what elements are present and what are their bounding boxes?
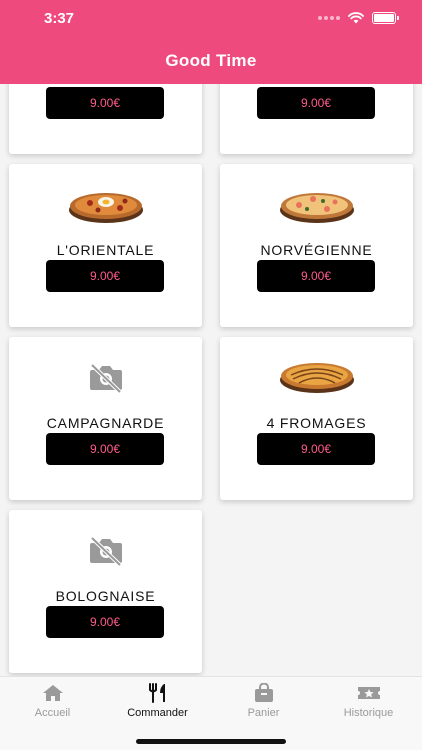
price-button[interactable]: 9.00€ bbox=[46, 87, 164, 119]
tab-historique[interactable]: Historique bbox=[316, 683, 421, 719]
product-card[interactable]: CAMPAGNARDE 9.00€ bbox=[9, 337, 202, 500]
product-card[interactable]: NORVÉGIENNE 9.00€ bbox=[220, 164, 413, 327]
product-name: BOLOGNAISE bbox=[55, 588, 156, 604]
product-name: NORVÉGIENNE bbox=[260, 242, 373, 258]
product-name: CAMPAGNARDE bbox=[46, 415, 165, 431]
no-photo-icon bbox=[9, 536, 202, 566]
tab-panier[interactable]: Panier bbox=[211, 683, 316, 719]
status-time: 3:37 bbox=[44, 10, 75, 27]
pizza-image bbox=[220, 359, 413, 395]
price-button[interactable]: 9.00€ bbox=[257, 87, 375, 119]
product-card[interactable]: 4 FROMAGES 9.00€ bbox=[220, 337, 413, 500]
pizza-image bbox=[220, 189, 413, 225]
pizza-image bbox=[9, 189, 202, 225]
price-button[interactable]: 9.00€ bbox=[46, 433, 164, 465]
wifi-icon bbox=[348, 12, 364, 24]
no-photo-icon bbox=[9, 363, 202, 393]
product-card[interactable]: L'ORIENTALE 9.00€ bbox=[9, 164, 202, 327]
status-icons bbox=[318, 12, 399, 24]
home-icon bbox=[42, 685, 63, 701]
tab-label: Panier bbox=[247, 707, 280, 719]
product-name: 4 FROMAGES bbox=[266, 415, 367, 431]
price-button[interactable]: 9.00€ bbox=[257, 260, 375, 292]
bag-icon bbox=[254, 683, 273, 702]
tab-accueil[interactable]: Accueil bbox=[0, 683, 105, 719]
page-title: Good Time bbox=[165, 51, 257, 70]
tab-label: Accueil bbox=[34, 707, 71, 719]
product-card[interactable]: 9.00€ bbox=[9, 84, 202, 154]
tab-commander[interactable]: Commander bbox=[105, 683, 210, 719]
ticket-icon bbox=[357, 687, 380, 699]
app-header: 3:37 Good Time bbox=[0, 0, 422, 84]
product-name: L'ORIENTALE bbox=[56, 242, 155, 258]
product-card[interactable]: BOLOGNAISE 9.00€ bbox=[9, 510, 202, 673]
tab-label: Commander bbox=[127, 707, 188, 719]
home-indicator bbox=[136, 739, 286, 744]
price-button[interactable]: 9.00€ bbox=[257, 433, 375, 465]
battery-icon bbox=[372, 12, 399, 24]
product-card[interactable]: 9.00€ bbox=[220, 84, 413, 154]
product-grid[interactable]: 9.00€ 9.00€ L'ORIENTALE 9.00€ NORVÉGIENN… bbox=[0, 84, 422, 676]
utensils-icon bbox=[148, 683, 165, 703]
price-button[interactable]: 9.00€ bbox=[46, 606, 164, 638]
cellular-signal-icon bbox=[318, 16, 340, 20]
tab-label: Historique bbox=[343, 707, 394, 719]
price-button[interactable]: 9.00€ bbox=[46, 260, 164, 292]
